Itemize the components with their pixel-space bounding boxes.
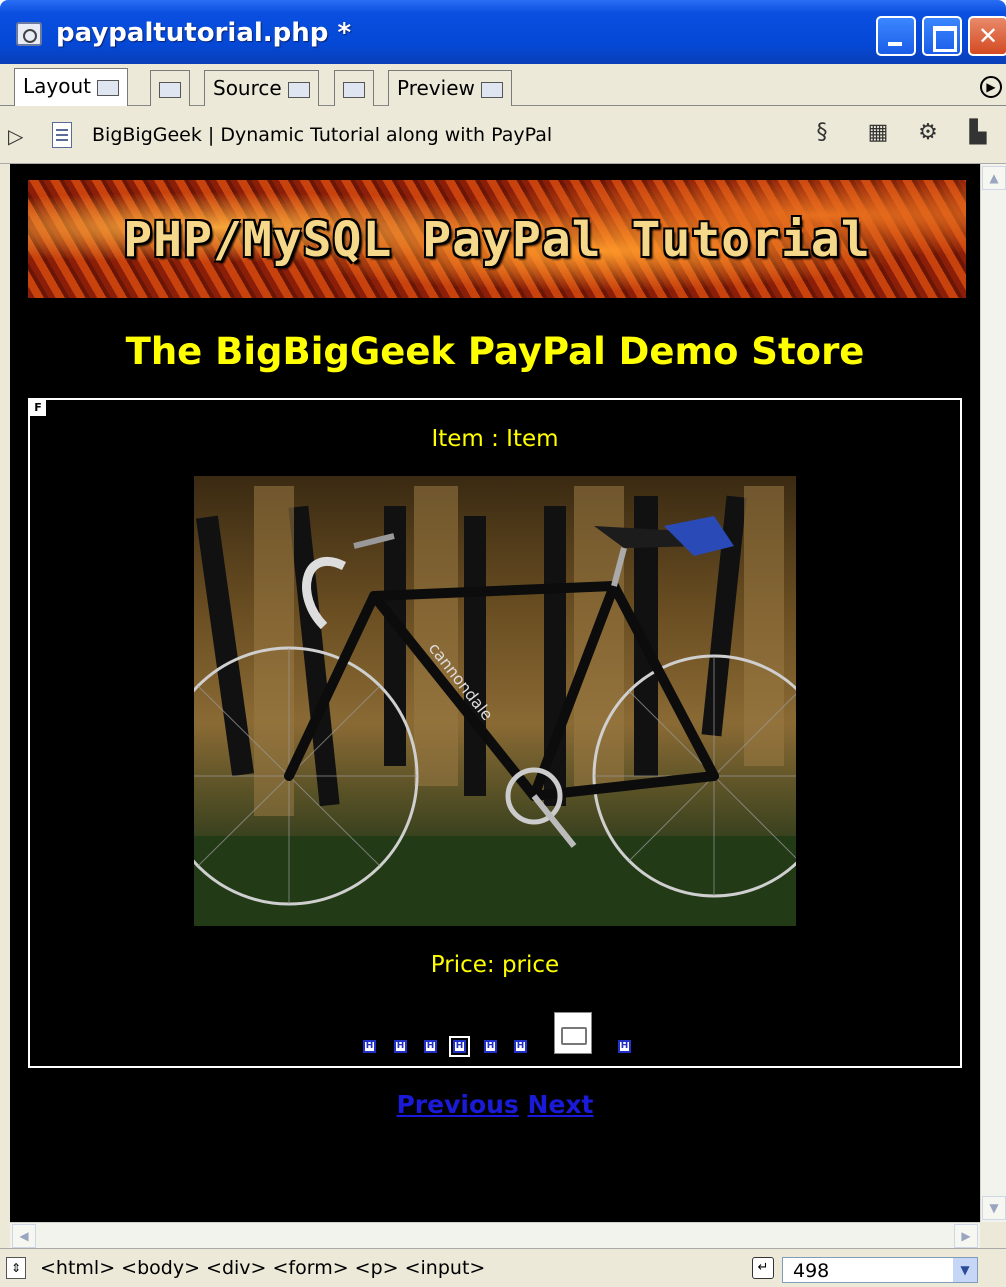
hidden-field-icon[interactable]: H bbox=[514, 1040, 527, 1053]
design-view[interactable]: PHP/MySQL PayPal Tutorial The BigBigGeek… bbox=[10, 164, 980, 1222]
close-button[interactable] bbox=[968, 16, 1006, 56]
tab-label: Source bbox=[213, 76, 282, 100]
tab-label: Layout bbox=[23, 74, 91, 98]
hidden-field-icon[interactable]: H bbox=[363, 1040, 376, 1053]
chevron-down-icon[interactable]: ▼ bbox=[953, 1258, 977, 1282]
banner-title: PHP/MySQL PayPal Tutorial bbox=[123, 212, 871, 268]
next-link[interactable]: Next bbox=[528, 1090, 594, 1119]
tab-label: Preview bbox=[397, 76, 475, 100]
item-label: Item : Item bbox=[431, 426, 559, 452]
vertical-scrollbar[interactable]: ▲ ▼ bbox=[980, 164, 1006, 1222]
scrollbar-corner bbox=[980, 1222, 1006, 1248]
scroll-up-icon[interactable]: ▲ bbox=[982, 166, 1006, 190]
left-gutter bbox=[0, 164, 10, 1248]
tab-source[interactable]: Source bbox=[204, 70, 319, 106]
status-bar: ⇕ <html> <body> <div> <form> <p> <input>… bbox=[0, 1248, 1006, 1287]
view-tab-bar: Layout Source Preview bbox=[0, 64, 1006, 106]
scroll-left-icon[interactable]: ◀ bbox=[12, 1224, 36, 1248]
expand-triangle-icon[interactable]: ▷ bbox=[8, 124, 23, 148]
image-submit-placeholder-icon[interactable] bbox=[554, 1012, 592, 1054]
hidden-field-icon[interactable]: H bbox=[484, 1040, 497, 1053]
maximize-button[interactable] bbox=[922, 16, 962, 56]
enter-key-icon[interactable]: ↵ bbox=[752, 1257, 774, 1279]
document-icon bbox=[52, 122, 72, 148]
tab-preview[interactable]: Preview bbox=[388, 70, 512, 106]
tab-menu-arrow-icon[interactable]: ▶ bbox=[980, 76, 1002, 98]
minimize-button[interactable] bbox=[876, 16, 916, 56]
document-info-bar: ▷ BigBigGeek | Dynamic Tutorial along wi… bbox=[0, 106, 1006, 164]
window-size-dropdown[interactable]: 498 ▼ bbox=[782, 1257, 978, 1283]
hidden-field-icon-selected[interactable]: H bbox=[449, 1036, 470, 1057]
product-image[interactable]: cannondale bbox=[194, 476, 796, 926]
document-title[interactable]: BigBigGeek | Dynamic Tutorial along with… bbox=[92, 124, 552, 146]
preview-view-icon bbox=[480, 81, 503, 98]
outline-view-icon bbox=[343, 81, 365, 98]
hidden-field-icon[interactable]: H bbox=[618, 1040, 631, 1053]
previous-link[interactable]: Previous bbox=[396, 1090, 518, 1119]
tag-selector-toggle-icon[interactable]: ⇕ bbox=[6, 1257, 26, 1279]
tab-split[interactable] bbox=[150, 70, 190, 106]
tab-layout[interactable]: Layout bbox=[14, 68, 128, 106]
tag-selector[interactable]: <html> <body> <div> <form> <p> <input> bbox=[40, 1257, 485, 1279]
hidden-field-icon[interactable]: H bbox=[424, 1040, 437, 1053]
tab-outline[interactable] bbox=[334, 70, 374, 106]
banner-image: PHP/MySQL PayPal Tutorial bbox=[28, 180, 966, 298]
split-view-icon bbox=[159, 81, 181, 98]
grid-view-icon[interactable]: ▦ bbox=[864, 120, 892, 148]
window-size-value: 498 bbox=[793, 1260, 830, 1282]
layout-tools-icon[interactable]: ▙ bbox=[964, 120, 992, 148]
page-heading: The BigBigGeek PayPal Demo Store bbox=[125, 330, 865, 373]
scroll-down-icon[interactable]: ▼ bbox=[982, 1196, 1006, 1220]
document-app-icon[interactable] bbox=[16, 22, 42, 46]
layout-view-icon bbox=[97, 79, 119, 96]
price-label: Price: price bbox=[430, 952, 560, 978]
scroll-right-icon[interactable]: ▶ bbox=[954, 1224, 978, 1248]
hidden-field-icon[interactable]: H bbox=[394, 1040, 407, 1053]
server-settings-icon[interactable]: ⚙ bbox=[914, 120, 942, 148]
bicycle-photo: cannondale bbox=[194, 486, 796, 926]
source-view-icon bbox=[287, 81, 310, 98]
title-bar: paypaltutorial.php * bbox=[0, 0, 1006, 64]
window-title: paypaltutorial.php * bbox=[56, 18, 352, 48]
horizontal-scrollbar[interactable]: ◀ ▶ bbox=[10, 1222, 980, 1248]
form-marker-icon[interactable]: F bbox=[30, 400, 46, 416]
pagination-links: Previous Next bbox=[10, 1090, 980, 1119]
link-check-icon[interactable]: § bbox=[808, 120, 836, 148]
